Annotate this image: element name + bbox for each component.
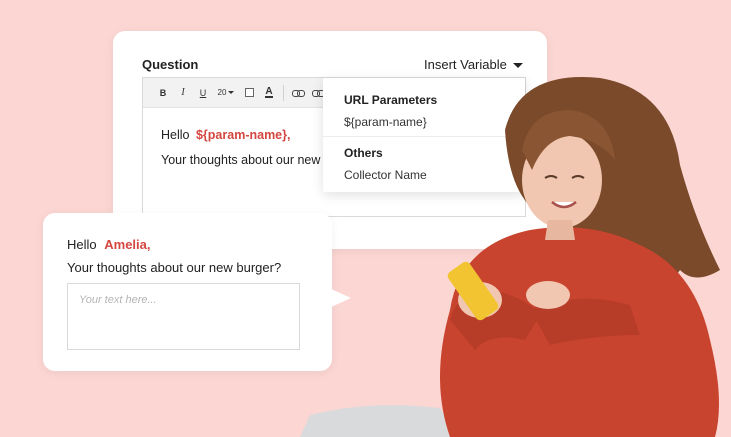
question-label: Question [142, 57, 199, 72]
preview-name: Amelia, [104, 237, 151, 252]
font-color-button[interactable]: A [259, 83, 279, 103]
preview-greeting-line: Hello Amelia, [67, 237, 151, 252]
preview-card: Hello Amelia, Your thoughts about our ne… [43, 213, 332, 371]
preview-question: Your thoughts about our new burger? [67, 260, 282, 275]
font-size-select[interactable]: 20 [213, 83, 239, 103]
underline-button[interactable]: U [193, 83, 213, 103]
italic-button[interactable]: I [173, 83, 193, 103]
toolbar-divider [283, 84, 284, 101]
jeans-shape [300, 405, 460, 437]
woman-with-phone-image [300, 77, 720, 437]
caret-down-icon [512, 63, 523, 68]
question-text: Your thoughts about our new [161, 153, 321, 167]
preview-greeting: Hello [67, 237, 97, 252]
square-icon [244, 88, 254, 97]
bold-button[interactable]: B [153, 83, 173, 103]
right-hand-shape [526, 281, 570, 309]
answer-textarea[interactable]: Your text here... [67, 283, 300, 350]
param-token: ${param-name}, [195, 128, 291, 142]
font-color-icon: A [265, 86, 273, 98]
editor-content[interactable]: Hello ${param-name}, Your thoughts about… [161, 128, 320, 167]
background-color-button[interactable] [239, 83, 259, 103]
neck-shape [545, 220, 575, 240]
greeting-text: Hello [161, 128, 190, 142]
